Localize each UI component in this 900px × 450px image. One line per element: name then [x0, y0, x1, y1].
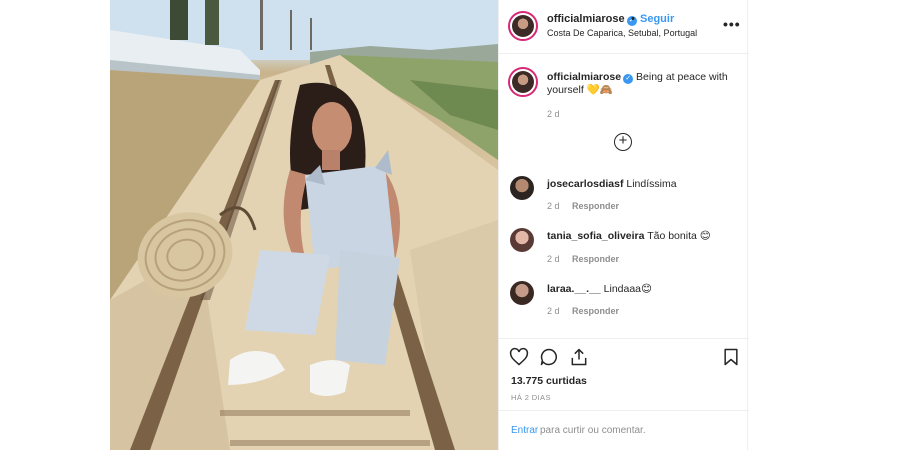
verified-badge-icon: ✓	[623, 74, 634, 84]
location-link[interactable]: Costa De Caparica, Setubal, Portugal	[547, 28, 697, 38]
heart-icon[interactable]	[509, 347, 529, 367]
follow-button[interactable]: Seguir	[640, 13, 674, 25]
comment-text: Tão bonita 😊	[647, 230, 711, 242]
likes-count[interactable]: 13.775 curtidas	[511, 375, 587, 387]
caption-time[interactable]: 2 d	[547, 109, 560, 119]
post-actions: 13.775 curtidas HÁ 2 DIAS	[499, 338, 749, 410]
comment-avatar[interactable]	[510, 281, 534, 305]
caption-username[interactable]: officialmiarose	[547, 71, 621, 83]
caption-avatar[interactable]	[508, 67, 538, 97]
plus-circle-icon[interactable]: +	[614, 133, 632, 151]
comment-avatar[interactable]	[510, 176, 534, 200]
comment: josecarlosdiasf Lindíssima	[547, 178, 677, 190]
comment-avatar[interactable]	[510, 228, 534, 252]
comment-time[interactable]: 2 d	[547, 201, 560, 211]
post-caption: officialmiarose ✓ Being at peace with you…	[547, 71, 737, 97]
comment: laraa.__.__ Lindaaa😊	[547, 283, 652, 295]
post-side-panel: officialmiarose ✓ • Seguir Costa De Capar…	[498, 0, 749, 450]
comment-time[interactable]: 2 d	[547, 254, 560, 264]
reply-button[interactable]: Responder	[572, 306, 619, 316]
comment-text: Lindaaa😊	[603, 283, 652, 295]
comment-time[interactable]: 2 d	[547, 306, 560, 316]
comment: tania_sofia_oliveira Tão bonita 😊	[547, 230, 711, 242]
post-timestamp[interactable]: HÁ 2 DIAS	[511, 393, 551, 402]
author-avatar[interactable]	[508, 11, 538, 41]
bookmark-icon[interactable]	[721, 347, 741, 367]
comment-username[interactable]: josecarlosdiasf	[547, 178, 623, 190]
comment-icon[interactable]	[539, 347, 559, 367]
more-horizontal-icon[interactable]: •••	[723, 16, 741, 32]
login-link[interactable]: Entrar	[511, 425, 538, 436]
login-bar: Entrar para curtir ou comentar.	[499, 410, 749, 450]
separator-dot: •	[631, 13, 635, 25]
comment-username[interactable]: tania_sofia_oliveira	[547, 230, 644, 242]
comment-username[interactable]: laraa.__.__	[547, 283, 601, 295]
share-icon[interactable]	[569, 347, 589, 367]
post-header: officialmiarose ✓ • Seguir Costa De Capar…	[499, 0, 749, 54]
author-username-text[interactable]: officialmiarose	[547, 13, 625, 25]
comment-text: Lindíssima	[626, 178, 677, 190]
beach-photo-illustration	[110, 0, 498, 450]
post-photo[interactable]	[110, 0, 498, 450]
login-prompt-text: para curtir ou comentar.	[540, 425, 646, 436]
author-username[interactable]: officialmiarose ✓	[547, 13, 637, 26]
reply-button[interactable]: Responder	[572, 201, 619, 211]
reply-button[interactable]: Responder	[572, 254, 619, 264]
